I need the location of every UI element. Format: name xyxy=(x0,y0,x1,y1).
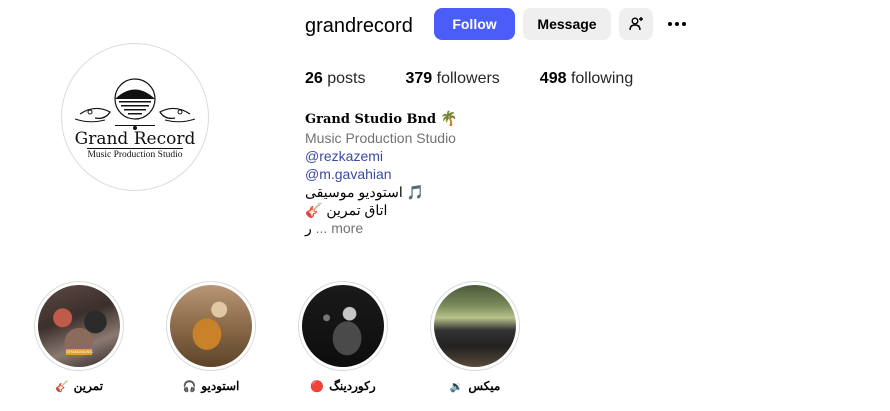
highlight-cover xyxy=(434,285,516,367)
following-count: 498 xyxy=(539,70,567,87)
more-dot-icon xyxy=(675,22,679,26)
following-stat[interactable]: 498 following xyxy=(540,70,633,88)
highlight-item[interactable]: 🎧 استودیو xyxy=(166,281,256,393)
following-label: following xyxy=(570,70,634,87)
guitar-icon: 🎸 xyxy=(305,202,323,218)
bio-display-name: Grand Studio Bnd xyxy=(305,112,437,127)
profile-avatar[interactable]: Grand Record Music Production Studio xyxy=(61,43,209,191)
bio-mention-link[interactable]: @rezkazemi xyxy=(305,147,457,165)
more-options-button[interactable] xyxy=(665,12,689,36)
followers-label: followers xyxy=(436,70,500,87)
add-user-icon xyxy=(629,17,643,31)
highlight-item[interactable]: 🔴 رکوردینگ xyxy=(298,281,388,393)
bio-line-text: اتاق تمرین xyxy=(326,202,388,218)
highlight-label: میکس xyxy=(468,379,501,393)
highlight-ring xyxy=(166,281,256,371)
highlight-label: تمرین xyxy=(73,379,104,393)
posts-label: posts xyxy=(327,70,366,87)
palm-tree-icon: 🌴 xyxy=(439,110,458,126)
logo-title: Grand Record xyxy=(74,129,196,149)
profile-bio: Grand Studio Bnd 🌴 Music Production Stud… xyxy=(305,109,457,237)
story-highlights: GRANDMUSIC 🎸 تمرین 🎧 استودیو 🔴 رکوردینگ xyxy=(34,281,562,393)
logo-emblem-icon xyxy=(74,78,196,130)
bio-line-text: استودیو موسیقی xyxy=(305,184,403,200)
highlight-item[interactable]: 🔉 میکس xyxy=(430,281,520,393)
highlight-label-row: 🔴 رکوردینگ xyxy=(310,379,375,393)
followers-stat[interactable]: 379 followers xyxy=(406,70,500,88)
add-user-button[interactable] xyxy=(619,8,653,40)
music-note-icon: 🎵 xyxy=(406,184,425,200)
highlight-label-row: 🔉 میکس xyxy=(450,379,501,393)
follow-button[interactable]: Follow xyxy=(434,8,515,40)
headphones-icon: 🎧 xyxy=(182,380,197,393)
highlight-badge: GRANDMUSIC xyxy=(66,349,94,355)
profile-username: grandrecord xyxy=(305,15,413,37)
more-dot-icon xyxy=(682,22,686,26)
studio-logo: Grand Record Music Production Studio xyxy=(62,44,208,190)
highlight-ring xyxy=(298,281,388,371)
highlight-cover xyxy=(170,285,252,367)
highlight-ring xyxy=(430,281,520,371)
speaker-icon: 🔉 xyxy=(449,380,464,393)
highlight-label-row: 🎧 استودیو xyxy=(183,379,240,393)
bio-mention-link[interactable]: @m.gavahian xyxy=(305,165,457,183)
bio-line: استودیو موسیقی 🎵 xyxy=(305,183,457,201)
highlight-label: استودیو xyxy=(201,379,240,393)
followers-count: 379 xyxy=(405,70,433,87)
guitar-icon: 🎸 xyxy=(54,380,69,393)
highlight-cover: GRANDMUSIC xyxy=(38,285,120,367)
highlight-item[interactable]: GRANDMUSIC 🎸 تمرین xyxy=(34,281,124,393)
highlight-label: رکوردینگ xyxy=(329,379,376,393)
bio-more-link[interactable]: ... more xyxy=(316,220,363,236)
bio-line-text: ر xyxy=(305,220,312,236)
posts-count: 26 xyxy=(305,70,323,87)
highlight-cover xyxy=(302,285,384,367)
bio-line: 🎸 اتاق تمرین xyxy=(305,201,457,219)
highlight-ring: GRANDMUSIC xyxy=(34,281,124,371)
more-dot-icon xyxy=(668,22,672,26)
profile-stats: 26 posts 379 followers 498 following xyxy=(305,70,673,88)
logo-subtitle: Music Production Studio xyxy=(87,148,183,160)
highlight-label-row: 🎸 تمرین xyxy=(55,379,103,393)
bio-line: ر ... more xyxy=(305,219,457,237)
bio-category: Music Production Studio xyxy=(305,130,456,146)
posts-stat: 26 posts xyxy=(305,70,366,88)
message-button[interactable]: Message xyxy=(523,8,611,40)
red-circle-icon: 🔴 xyxy=(310,380,325,393)
